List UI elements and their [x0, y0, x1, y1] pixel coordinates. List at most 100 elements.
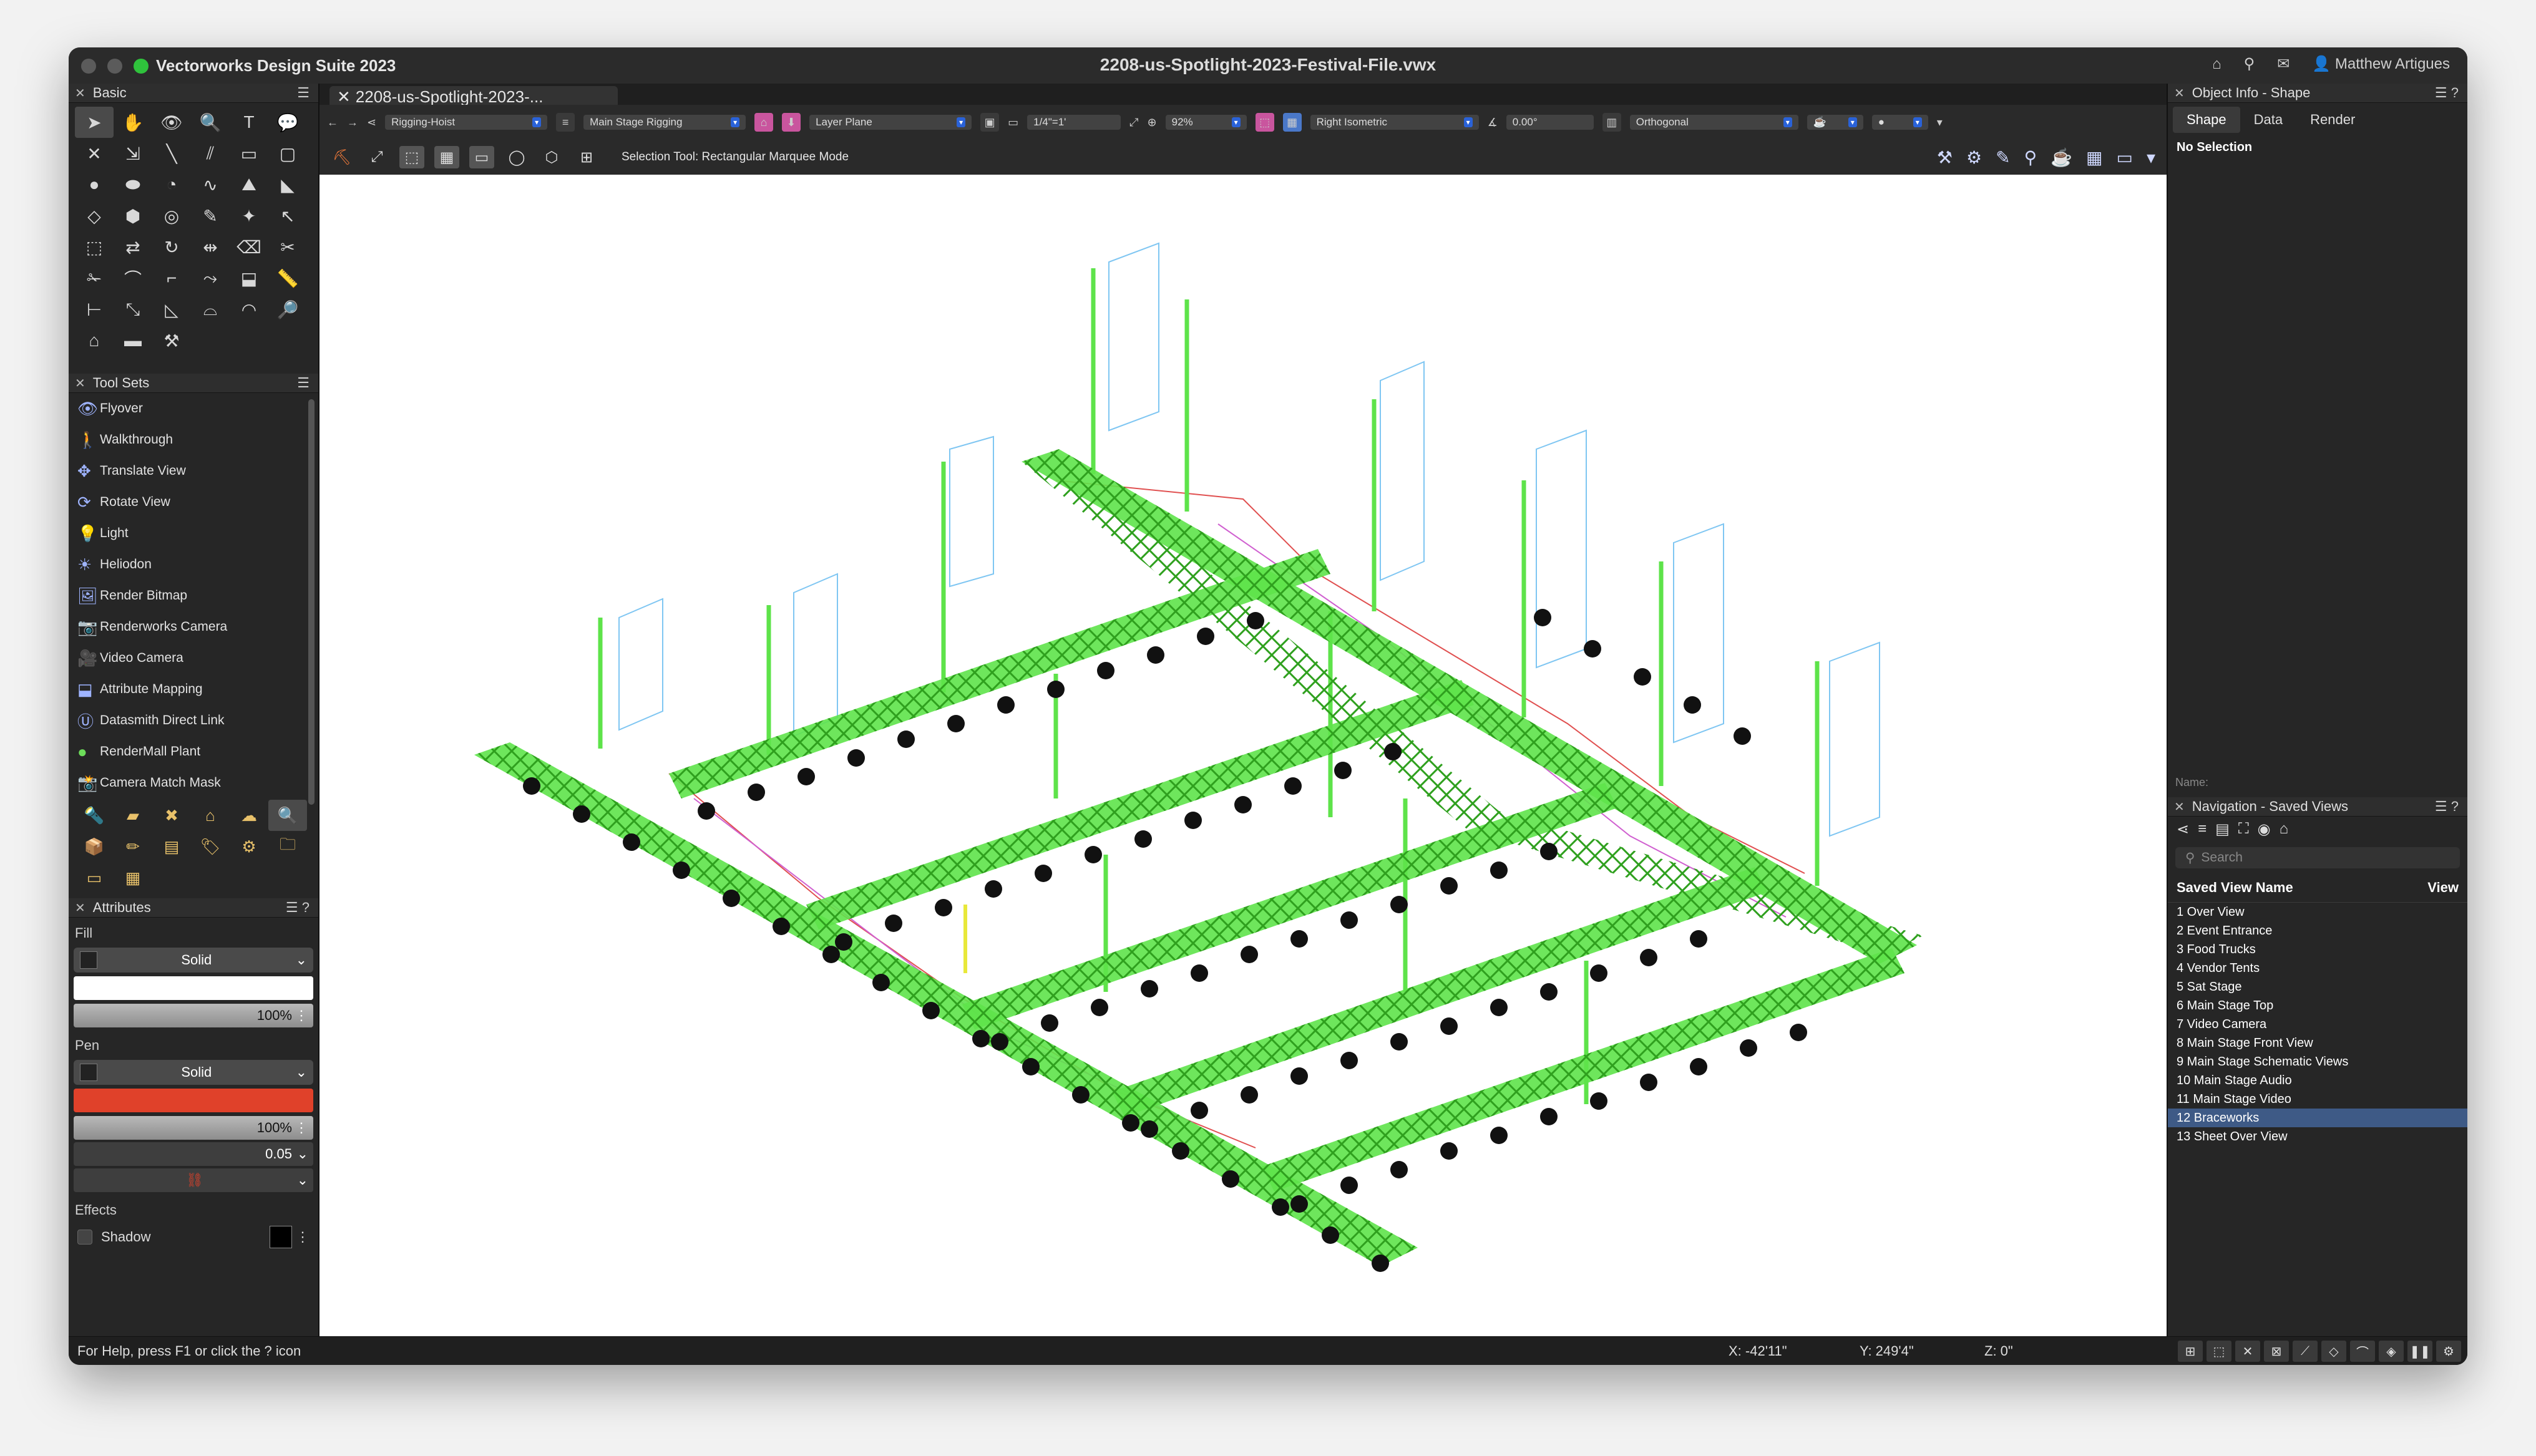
pan-tool-icon[interactable]: ✋ — [114, 107, 152, 138]
circle-tool-icon[interactable]: ● — [75, 169, 114, 200]
move-tool-icon[interactable]: ⇄ — [114, 231, 152, 263]
toolset-item[interactable]: Ⓤ Datasmith Direct Link — [69, 705, 318, 736]
list-item[interactable]: 8 Main Stage Front View — [2168, 1034, 2467, 1052]
more-icon[interactable]: ⋮ — [296, 1229, 310, 1245]
menu-icon[interactable]: ☰ — [297, 85, 310, 101]
view-cube-icon[interactable]: ⬚ — [1255, 113, 1274, 132]
select-mode-icon[interactable]: ⛏ — [329, 146, 354, 168]
list-item[interactable]: 9 Main Stage Schematic Views — [2168, 1052, 2467, 1071]
toolset-item[interactable]: ⬓ Attribute Mapping — [69, 674, 318, 705]
block-tool-icon[interactable]: ▬ — [114, 325, 152, 356]
hammer-tool-icon[interactable]: ⚒ — [152, 325, 191, 356]
rigging-icon[interactable]: ✖ — [152, 800, 191, 831]
chevron-down-icon[interactable]: ⌄ — [297, 1146, 308, 1162]
snapshot-icon[interactable]: ▣ — [980, 113, 1000, 132]
toolset-item[interactable]: ☀ Heliodon — [69, 549, 318, 580]
flyover-tool-icon[interactable]: 👁 — [152, 107, 191, 138]
grid-icon[interactable]: ▦ — [2086, 147, 2102, 168]
snap-grid-icon[interactable]: ⊞ — [2178, 1341, 2203, 1362]
rectangle-marquee-mode-icon[interactable]: ⬚ — [399, 146, 424, 168]
close-icon[interactable]: ✕ — [2174, 85, 2185, 101]
column-view[interactable]: View — [2427, 880, 2459, 896]
menu-icon[interactable]: ☰ ? — [2435, 798, 2459, 815]
double-polygon-tool-icon[interactable]: ◇ — [75, 200, 114, 231]
more-icon[interactable]: ⋮ — [295, 1007, 308, 1024]
transform-mode-icon[interactable]: ⤢ — [364, 146, 389, 168]
pen-style-select[interactable]: Solid ⌄ — [74, 1060, 313, 1085]
rectangle-tool-icon[interactable]: ▭ — [230, 138, 268, 169]
scale-field[interactable]: 1/4"=1' — [1027, 115, 1121, 130]
arch-tool-icon[interactable]: ⌂ — [75, 325, 114, 356]
chevron-down-icon[interactable]: ▾ — [2147, 147, 2155, 168]
zoom-in-icon[interactable]: ⊕ — [1148, 116, 1157, 129]
snap-angle-icon[interactable]: ✕ — [2235, 1341, 2260, 1362]
chamfer-tool-icon[interactable]: ⌐ — [152, 263, 191, 294]
document-tab[interactable]: ✕ 2208-us-Spotlight-2023-... — [329, 86, 618, 107]
list-item[interactable]: 5 Sat Stage — [2168, 978, 2467, 996]
close-icon[interactable]: ✕ — [75, 900, 85, 916]
class-select[interactable]: Rigging-Hoist ▾ — [385, 115, 548, 130]
menu-icon[interactable]: ☰ ? — [2435, 85, 2459, 101]
layers-icon[interactable]: ≡ — [2198, 820, 2207, 838]
list-item[interactable]: 11 Main Stage Video — [2168, 1090, 2467, 1109]
snap-distance-icon[interactable]: ⟋ — [2293, 1341, 2318, 1362]
text-tool-icon[interactable]: T — [230, 107, 268, 138]
building-icon[interactable]: ⌂ — [191, 800, 230, 831]
toolset-item[interactable]: 📸 Camera Match Mask — [69, 767, 318, 798]
chevron-down-icon[interactable]: ⌄ — [297, 1172, 308, 1188]
pen-weight[interactable]: 0.05 ⌄ — [74, 1142, 313, 1166]
freehand-tool-icon[interactable]: ∿ — [191, 169, 230, 200]
toolsets-scrollbar[interactable] — [308, 399, 315, 805]
fill-style-select[interactable]: Solid ⌄ — [74, 948, 313, 973]
offset-tool-icon[interactable]: ⤳ — [191, 263, 230, 294]
list-item-selected[interactable]: 12 Braceworks — [2168, 1109, 2467, 1127]
polyline-tool-icon[interactable]: ⛰ — [230, 169, 268, 200]
dimension-tool-icon[interactable]: ⇲ — [114, 138, 152, 169]
column-saved-view-name[interactable]: Saved View Name — [2177, 880, 2293, 896]
drawing-viewport[interactable] — [319, 175, 2167, 1337]
spotlight-icon[interactable]: 🔦 — [75, 800, 114, 831]
fill-color-swatch[interactable] — [74, 976, 313, 1000]
rounded-rectangle-tool-icon[interactable]: ▢ — [268, 138, 307, 169]
mail-icon[interactable]: ✉ — [2277, 55, 2290, 73]
render-select[interactable]: ☕ ▾ — [1807, 115, 1863, 130]
measure-tool-icon[interactable]: 📏 — [268, 263, 307, 294]
gear-icon[interactable]: ⚙ — [2436, 1341, 2461, 1362]
fill-opacity[interactable]: 100% ⋮ — [74, 1004, 313, 1027]
close-icon[interactable]: ✕ — [2174, 799, 2185, 815]
layer-view-icon[interactable]: ⬇ — [782, 113, 801, 132]
layer-select[interactable]: Main Stage Rigging ▾ — [583, 115, 746, 130]
shadow-color-swatch[interactable] — [270, 1226, 292, 1248]
landscape-icon[interactable]: ☁ — [230, 800, 268, 831]
list-item[interactable]: 6 Main Stage Top — [2168, 996, 2467, 1015]
line-tool-icon[interactable]: ╲ — [152, 138, 191, 169]
plane-select[interactable]: Layer Plane ▾ — [809, 115, 972, 130]
settings-mode-icon[interactable]: ⊞ — [574, 146, 599, 168]
zoom-select[interactable]: 92% ▾ — [1165, 115, 1247, 130]
split-tool-icon[interactable]: ✂ — [268, 231, 307, 263]
search-icon[interactable]: ⚲ — [2244, 55, 2255, 73]
spiral-tool-icon[interactable]: ◎ — [152, 200, 191, 231]
list-item[interactable]: 1 Over View — [2168, 903, 2467, 921]
dimension-chain-tool-icon[interactable]: ⊢ — [75, 294, 114, 325]
user-account[interactable]: 👤 Matthew Artigues — [2312, 55, 2450, 73]
sheets-icon[interactable]: ▤ — [2215, 820, 2230, 838]
snap-surface-icon[interactable]: ◈ — [2379, 1341, 2404, 1362]
tag-icon[interactable]: 🏷 — [191, 831, 230, 862]
list-item[interactable]: 10 Main Stage Audio — [2168, 1071, 2467, 1090]
polygon-tool-icon[interactable]: ◣ — [268, 169, 307, 200]
home-icon[interactable]: ⌂ — [2212, 56, 2221, 73]
attribute-mapping-tool-icon[interactable]: ⬓ — [230, 263, 268, 294]
shadow-checkbox[interactable] — [77, 1230, 92, 1245]
snap-tangent-icon[interactable]: ◇ — [2321, 1341, 2346, 1362]
forward-icon[interactable]: → — [347, 116, 358, 129]
projection-select[interactable]: Orthogonal ▾ — [1629, 115, 1798, 130]
selection-tool-icon[interactable]: ➤ — [75, 107, 114, 138]
layout-icon[interactable]: ▭ — [2116, 147, 2132, 168]
saved-views-icon[interactable]: ⌂ — [2280, 820, 2289, 838]
list-item[interactable]: 2 Event Entrance — [2168, 921, 2467, 940]
gear-icon[interactable]: ⚙ — [230, 831, 268, 862]
pencil-icon[interactable]: ✎ — [1996, 147, 2010, 168]
render-mode-icon[interactable]: ▦ — [1282, 113, 1302, 132]
toolset-item[interactable]: ✥ Translate View — [69, 455, 318, 487]
